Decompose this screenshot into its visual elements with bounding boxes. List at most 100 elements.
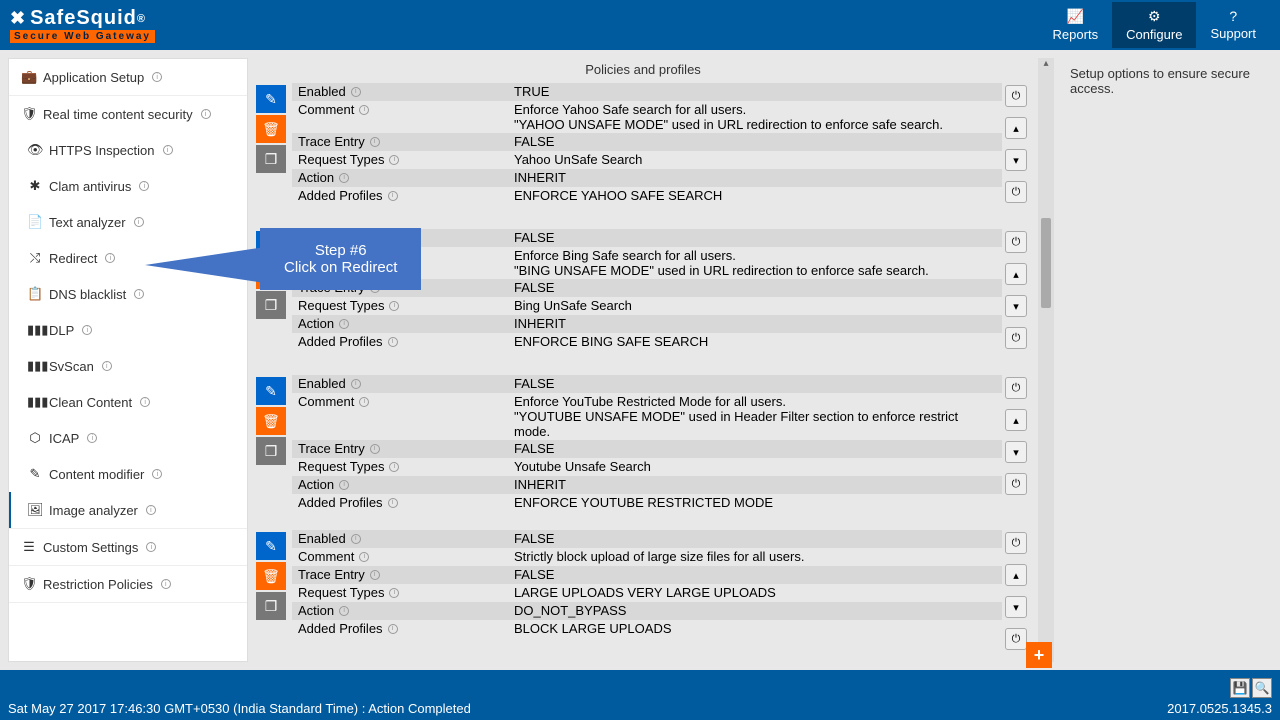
field-row: Enabledi TRUE: [292, 83, 1002, 101]
field-label: Enabledi: [292, 83, 508, 100]
clone-button[interactable]: ❐: [256, 145, 286, 173]
sidebar-rtcs[interactable]: 🛡 Real time content security i: [9, 96, 247, 132]
field-value: Enforce Yahoo Safe search for all users.…: [508, 101, 1002, 133]
logo-reg: ®: [137, 13, 146, 25]
field-row: Request Typesi Yahoo UnSafe Search: [292, 151, 1002, 169]
info-icon: i: [359, 397, 369, 407]
field-row: Commenti Strictly block upload of large …: [292, 548, 1002, 566]
sidebar-content[interactable]: ✎Content modifieri: [9, 456, 247, 492]
main-panel: Policies and profiles ✎ 🗑 ❐ Enabledi TRU…: [256, 58, 1030, 662]
sidebar-clam[interactable]: ✱Clam antivirusi: [9, 168, 247, 204]
field-label: Added Profilesi: [292, 187, 508, 204]
scrollbar[interactable]: ▴ ▾: [1038, 58, 1054, 662]
field-label: Enabledi: [292, 375, 508, 392]
scroll-thumb[interactable]: [1041, 218, 1051, 308]
move-down-button[interactable]: ▾: [1005, 441, 1027, 463]
field-row: Added Profilesi ENFORCE YAHOO SAFE SEARC…: [292, 187, 1002, 205]
add-button[interactable]: +: [1026, 642, 1052, 668]
clone-button[interactable]: ❐: [256, 437, 286, 465]
power-button[interactable]: ⏻: [1005, 532, 1027, 554]
field-value: DO_NOT_BYPASS: [508, 602, 1002, 619]
move-up-button[interactable]: ▴: [1005, 263, 1027, 285]
field-value: Yahoo UnSafe Search: [508, 151, 1002, 168]
save-button[interactable]: 💾: [1230, 678, 1250, 698]
delete-button[interactable]: 🗑: [256, 562, 286, 590]
field-value: LARGE UPLOADS VERY LARGE UPLOADS: [508, 584, 1002, 601]
callout-line2: Click on Redirect: [284, 259, 397, 276]
move-up-button[interactable]: ▴: [1005, 564, 1027, 586]
field-row: Trace Entryi FALSE: [292, 566, 1002, 584]
field-value: FALSE: [508, 375, 1002, 392]
callout-arrow-icon: [145, 247, 265, 283]
clone-button[interactable]: ❐: [256, 592, 286, 620]
info-icon: i: [388, 624, 398, 634]
question-icon: ?: [1210, 8, 1256, 24]
edit-button[interactable]: ✎: [256, 532, 286, 560]
sidebar-custom[interactable]: ☰Custom Settingsi: [9, 529, 247, 565]
field-row: Added Profilesi ENFORCE BING SAFE SEARCH: [292, 333, 1002, 351]
sidebar-icap[interactable]: ⬡ICAPi: [9, 420, 247, 456]
field-row: Request Typesi LARGE UPLOADS VERY LARGE …: [292, 584, 1002, 602]
move-down-button[interactable]: ▾: [1005, 295, 1027, 317]
sidebar-https[interactable]: 👁HTTPS Inspectioni: [9, 132, 247, 168]
sidebar-image[interactable]: 🖼Image analyzeri: [9, 492, 247, 528]
header: ✖ SafeSquid ® Secure Web Gateway 📈 Repor…: [0, 0, 1280, 50]
field-label: Commenti: [292, 101, 508, 118]
field-value: INHERIT: [508, 476, 1002, 493]
info-icon: i: [102, 361, 112, 371]
nav-reports[interactable]: 📈 Reports: [1039, 2, 1113, 48]
clone-button[interactable]: ❐: [256, 291, 286, 319]
logo: ✖ SafeSquid ® Secure Web Gateway: [10, 7, 155, 43]
field-label: Added Profilesi: [292, 620, 508, 637]
info-icon: i: [105, 253, 115, 263]
power-button[interactable]: ⏻: [1005, 473, 1027, 495]
power-button[interactable]: ⏻: [1005, 85, 1027, 107]
info-icon: i: [140, 397, 150, 407]
sidebar-restriction[interactable]: 🛡Restriction Policiesi: [9, 566, 247, 602]
sidebar-text[interactable]: 📄Text analyzeri: [9, 204, 247, 240]
info-icon: i: [389, 588, 399, 598]
policy-fields: Enabledi TRUE Commenti Enforce Yahoo Saf…: [292, 83, 1002, 211]
field-label: Trace Entryi: [292, 133, 508, 150]
search-button[interactable]: 🔍: [1252, 678, 1272, 698]
info-icon: i: [139, 181, 149, 191]
field-label: Request Typesi: [292, 584, 508, 601]
delete-button[interactable]: 🗑: [256, 407, 286, 435]
barcode-icon: ▮▮▮: [27, 358, 43, 374]
field-value: ENFORCE BING SAFE SEARCH: [508, 333, 1002, 350]
field-value: BLOCK LARGE UPLOADS: [508, 620, 1002, 637]
info-icon: i: [146, 505, 156, 515]
list-icon: 📋: [27, 286, 43, 302]
sidebar-dlp[interactable]: ▮▮▮DLPi: [9, 312, 247, 348]
delete-button[interactable]: 🗑: [256, 115, 286, 143]
move-up-button[interactable]: ▴: [1005, 409, 1027, 431]
field-value: ENFORCE YAHOO SAFE SEARCH: [508, 187, 1002, 204]
field-label: Actioni: [292, 169, 508, 186]
power-button[interactable]: ⏻: [1005, 377, 1027, 399]
sidebar-app-setup[interactable]: 💼 Application Setup i: [9, 59, 247, 95]
barcode-icon: ▮▮▮: [27, 322, 43, 338]
move-down-button[interactable]: ▾: [1005, 596, 1027, 618]
sidebar-svscan[interactable]: ▮▮▮SvScani: [9, 348, 247, 384]
field-value: Bing UnSafe Search: [508, 297, 1002, 314]
info-icon: i: [370, 137, 380, 147]
edit-button[interactable]: ✎: [256, 85, 286, 113]
nav-configure[interactable]: ⚙ Configure: [1112, 2, 1196, 48]
info-icon: i: [339, 480, 349, 490]
nav-support[interactable]: ? Support: [1196, 2, 1270, 48]
move-down-button[interactable]: ▾: [1005, 149, 1027, 171]
power-button[interactable]: ⏻: [1005, 181, 1027, 203]
info-icon: i: [351, 534, 361, 544]
sidebar-clean[interactable]: ▮▮▮Clean Contenti: [9, 384, 247, 420]
power-button[interactable]: ⏻: [1005, 231, 1027, 253]
move-up-button[interactable]: ▴: [1005, 117, 1027, 139]
scroll-up-icon[interactable]: ▴: [1038, 58, 1054, 69]
power-button[interactable]: ⏻: [1005, 327, 1027, 349]
field-row: Actioni DO_NOT_BYPASS: [292, 602, 1002, 620]
info-icon: i: [370, 570, 380, 580]
field-value: FALSE: [508, 229, 1002, 246]
edit-button[interactable]: ✎: [256, 377, 286, 405]
info-icon: i: [351, 379, 361, 389]
barcode-icon: ▮▮▮: [27, 394, 43, 410]
power-button[interactable]: ⏻: [1005, 628, 1027, 650]
